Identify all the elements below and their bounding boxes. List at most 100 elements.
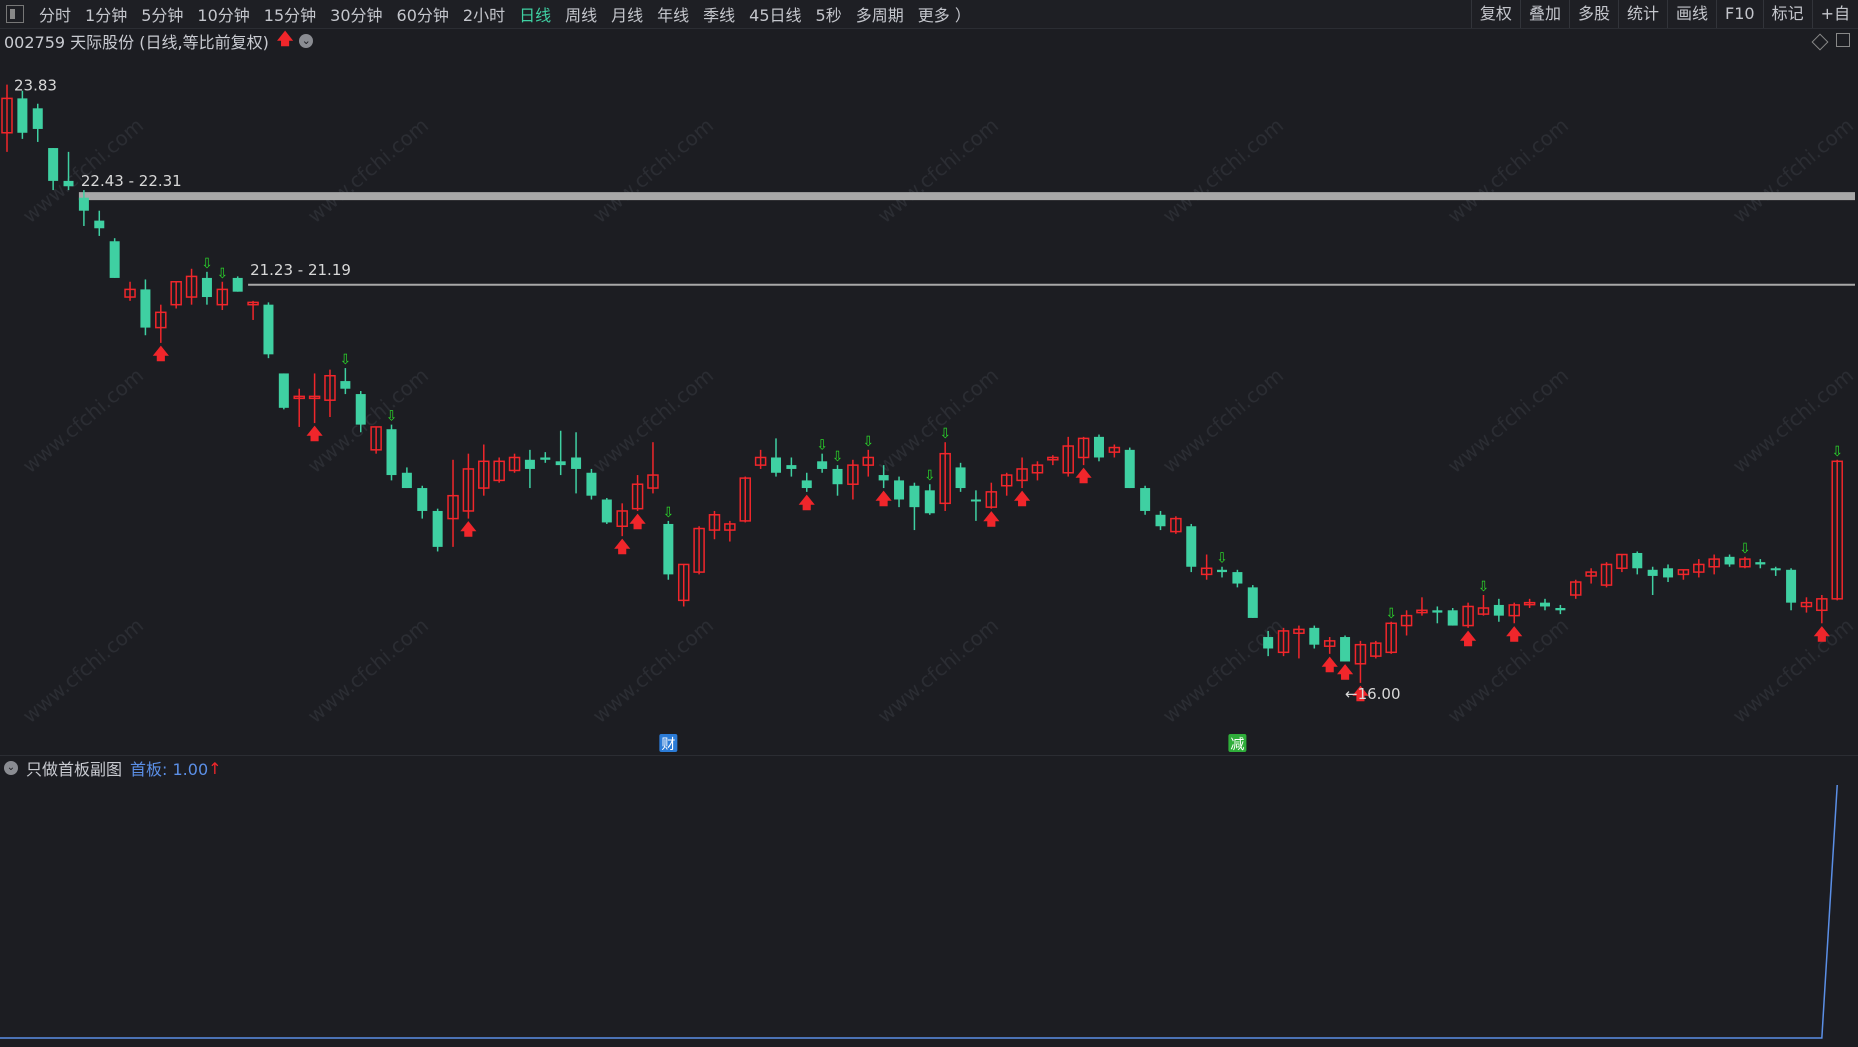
watermark: www.cfchi.com <box>303 113 433 228</box>
period-tab[interactable]: 5分钟 <box>134 2 190 26</box>
signal-down-arrow: ⇩ <box>862 434 874 450</box>
candle-body <box>1663 568 1674 578</box>
sub-chart-header: ⌄ 只做首板副图 首板: 1.00 ↑ <box>0 755 1858 780</box>
candle-body <box>32 108 43 129</box>
event-label: 财 <box>661 737 675 753</box>
stock-title: 002759 天际股份 (日线,等比前复权) <box>4 33 269 52</box>
period-tab[interactable]: 多周期 <box>849 2 911 26</box>
candle-body <box>263 304 274 355</box>
period-tab[interactable]: 季线 <box>696 2 742 26</box>
candle-body <box>801 480 812 489</box>
candle-body <box>1263 637 1274 649</box>
max-price-label: 23.83 <box>14 77 57 95</box>
period-tab[interactable]: 月线 <box>604 2 650 26</box>
candle-body <box>1140 488 1151 511</box>
period-tab[interactable]: 45日线 <box>742 2 808 26</box>
panel-toggle-icon[interactable] <box>6 5 24 23</box>
tool-button[interactable]: 画线 <box>1666 0 1716 28</box>
watermark: www.cfchi.com <box>1728 113 1858 228</box>
candle-body <box>1093 436 1104 458</box>
candle-body <box>355 394 366 425</box>
stock-title-bar: 002759 天际股份 (日线,等比前复权) 🡅 ⌄ <box>0 29 1858 53</box>
tool-button[interactable]: 统计 <box>1617 0 1667 28</box>
signal-down-arrow: ⇩ <box>924 468 936 484</box>
watermark: www.cfchi.com <box>873 363 1003 478</box>
signal-up-arrow: 🡅 <box>983 510 1000 529</box>
candle-body <box>1340 637 1351 662</box>
signal-up-arrow: 🡅 <box>153 344 170 363</box>
up-arrow-icon: 🡅 <box>276 28 294 48</box>
watermark: www.cfchi.com <box>1158 113 1288 228</box>
title-right-icons <box>1811 33 1850 51</box>
signal-down-arrow: ⇩ <box>1739 541 1751 557</box>
candle-body <box>1447 610 1458 626</box>
price-level-label: 21.23 - 21.19 <box>250 261 351 279</box>
candle-body <box>94 220 105 229</box>
candle-body <box>48 148 59 181</box>
tool-button[interactable]: 复权 <box>1470 0 1520 28</box>
period-tab[interactable]: 日线 <box>512 2 558 26</box>
signal-up-arrow: 🡅 <box>875 489 892 508</box>
candle-body <box>924 490 935 514</box>
watermark: www.cfchi.com <box>1158 363 1288 478</box>
signal-down-arrow: ⇩ <box>1478 579 1490 595</box>
watermark: www.cfchi.com <box>18 613 148 728</box>
candle-body <box>278 373 289 408</box>
candle-body <box>817 461 828 469</box>
signal-down-arrow: ⇩ <box>939 426 951 442</box>
candle-body <box>586 472 597 496</box>
tool-button[interactable]: 标记 <box>1762 0 1812 28</box>
sub-chart-arrow: ↑ <box>208 758 222 778</box>
period-tab[interactable]: 5秒 <box>809 2 849 26</box>
candle-body <box>786 465 797 469</box>
period-tab[interactable]: 30分钟 <box>323 2 389 26</box>
period-tab[interactable]: 分时 <box>32 2 78 26</box>
signal-up-arrow: 🡅 <box>1814 624 1831 643</box>
candle-body <box>1217 569 1228 573</box>
candle-body <box>524 459 535 469</box>
signal-up-arrow: 🡅 <box>799 493 816 512</box>
tool-button[interactable]: 多股 <box>1568 0 1618 28</box>
period-tab[interactable]: 更多 ） <box>911 2 978 26</box>
candle-body <box>17 98 28 133</box>
collapse-icon[interactable]: ⌄ <box>4 761 18 775</box>
signal-up-arrow: 🡅 <box>1506 624 1523 643</box>
signal-up-arrow: 🡅 <box>1337 662 1354 681</box>
candle-body <box>1647 569 1658 576</box>
watermark: www.cfchi.com <box>1443 113 1573 228</box>
candle-body <box>601 499 612 523</box>
candle-body <box>540 457 551 460</box>
candle-body <box>1555 608 1566 611</box>
signal-down-arrow: ⇩ <box>662 505 674 521</box>
candle-body <box>140 289 151 328</box>
indicator-chart[interactable] <box>0 780 1858 1047</box>
period-tab[interactable]: 10分钟 <box>190 2 256 26</box>
watermark: www.cfchi.com <box>303 613 433 728</box>
candle-body <box>955 467 966 489</box>
candle-body <box>63 180 74 187</box>
watermark: www.cfchi.com <box>588 113 718 228</box>
candle-body <box>1155 514 1166 527</box>
period-tab[interactable]: 2小时 <box>456 2 512 26</box>
tool-button[interactable]: 叠加 <box>1519 0 1569 28</box>
signal-up-arrow: 🡅 <box>460 520 477 539</box>
period-tab[interactable]: 年线 <box>650 2 696 26</box>
candle-body <box>78 197 89 211</box>
tool-button[interactable]: +自 <box>1811 0 1858 28</box>
period-tab[interactable]: 60分钟 <box>390 2 456 26</box>
candle-body <box>894 480 905 500</box>
watermark: www.cfchi.com <box>1158 613 1288 728</box>
candlestick-chart[interactable]: www.cfchi.com www.cfchi.com www.cfchi.com w… <box>0 54 1858 754</box>
diamond-icon[interactable] <box>1811 33 1829 51</box>
indicator-line <box>0 784 1838 1039</box>
candle-body <box>432 510 443 547</box>
period-tab[interactable]: 周线 <box>558 2 604 26</box>
period-tab[interactable]: 1分钟 <box>78 2 134 26</box>
tool-button[interactable]: F10 <box>1716 0 1763 28</box>
candle-body <box>109 241 120 278</box>
tool-buttons: 复权 叠加 多股 统计 画线 F10 标记 +自 <box>1470 0 1858 28</box>
window-icon[interactable] <box>1836 33 1850 47</box>
chevron-down-icon[interactable]: ⌄ <box>299 34 314 48</box>
min-price-label: ←16.00 <box>1345 685 1401 703</box>
period-tab[interactable]: 15分钟 <box>257 2 323 26</box>
